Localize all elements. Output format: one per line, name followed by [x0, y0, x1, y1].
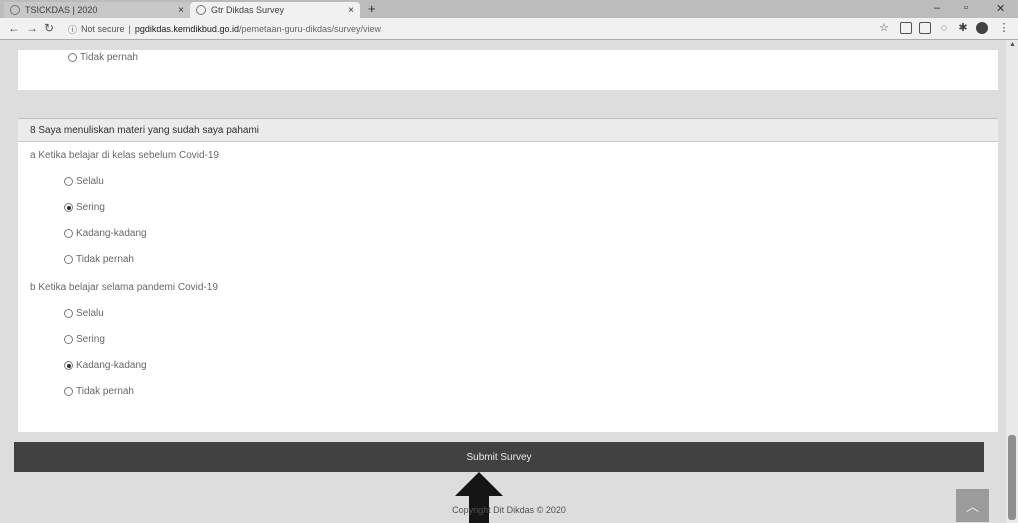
footer-copyright: Copyright Dit Dikdas © 2020: [452, 505, 566, 515]
option-label: Selalu: [76, 176, 104, 187]
radio-button[interactable]: [64, 255, 73, 264]
scrollbar-thumb[interactable]: [1008, 435, 1016, 520]
sub-question-label: a Ketika belajar di kelas sebelum Covid-…: [30, 150, 219, 161]
option-label: Sering: [76, 202, 105, 213]
option-label: Kadang-kadang: [76, 228, 147, 239]
radio-option[interactable]: Tidak pernah: [64, 386, 134, 397]
radio-button[interactable]: [64, 203, 73, 212]
option-label: Sering: [76, 334, 105, 345]
option-label: Tidak pernah: [80, 52, 138, 63]
radio-button[interactable]: [64, 335, 73, 344]
reload-icon[interactable]: ↻: [44, 21, 54, 35]
question-body: a Ketika belajar di kelas sebelum Covid-…: [18, 142, 998, 432]
globe-icon: [10, 5, 20, 15]
radio-option[interactable]: Kadang-kadang: [64, 228, 147, 239]
tab-title: TSICKDAS | 2020: [25, 5, 98, 15]
arrow-left-icon[interactable]: ←: [8, 21, 20, 35]
radio-button[interactable]: [64, 229, 73, 238]
option-label: Selalu: [76, 308, 104, 319]
question-title: 8 Saya menuliskan materi yang sudah saya…: [18, 118, 998, 142]
chevron-up-icon[interactable]: ︿: [956, 489, 989, 522]
tab-title: Gtr Dikdas Survey: [211, 5, 285, 15]
close-icon[interactable]: ×: [178, 5, 184, 16]
radio-button[interactable]: [64, 177, 73, 186]
browser-toolbar: ← → ↻ ⓘ Not secure | pgdikdas.kemdikbud.…: [0, 18, 1018, 40]
submit-survey-button[interactable]: Submit Survey: [14, 442, 984, 472]
close-icon[interactable]: ×: [348, 5, 354, 16]
option-label: Tidak pernah: [76, 386, 134, 397]
window-close-icon[interactable]: ✕: [996, 2, 1005, 15]
info-icon[interactable]: ⓘ: [68, 23, 77, 36]
radio-option[interactable]: Tidak pernah: [68, 52, 138, 63]
tab-survey[interactable]: Gtr Dikdas Survey ×: [190, 2, 360, 18]
page-content: Tidak pernah 8 Saya menuliskan materi ya…: [0, 40, 1018, 523]
arrow-right-icon[interactable]: →: [26, 21, 38, 35]
minimize-icon[interactable]: –: [934, 2, 940, 14]
radio-button[interactable]: [64, 361, 73, 370]
menu-icon[interactable]: ⋮: [998, 22, 1010, 34]
radio-option[interactable]: Selalu: [64, 308, 104, 319]
profile-icon[interactable]: [976, 22, 988, 34]
scroll-up-icon[interactable]: ▲: [1009, 41, 1016, 48]
star-icon[interactable]: ☆: [878, 22, 890, 34]
radio-option[interactable]: Kadang-kadang: [64, 360, 147, 371]
previous-question-card: Tidak pernah: [18, 50, 998, 90]
radio-button[interactable]: [64, 387, 73, 396]
radio-option[interactable]: Sering: [64, 334, 105, 345]
address-bar[interactable]: ⓘ Not secure | pgdikdas.kemdikbud.go.id /…: [68, 21, 848, 37]
tab-tsickdas[interactable]: TSICKDAS | 2020 ×: [4, 2, 190, 18]
radio-option[interactable]: Tidak pernah: [64, 254, 134, 265]
tab-strip: TSICKDAS | 2020 × Gtr Dikdas Survey × + …: [0, 0, 1018, 18]
option-label: Tidak pernah: [76, 254, 134, 265]
puzzle-icon[interactable]: ✱: [957, 22, 969, 34]
url-host: pgdikdas.kemdikbud.go.id: [134, 24, 239, 34]
url-path: /pemetaan-guru-dikdas/survey/view: [238, 24, 382, 34]
radio-button[interactable]: [68, 53, 77, 62]
radio-option[interactable]: Selalu: [64, 176, 104, 187]
new-tab-button[interactable]: +: [368, 1, 376, 16]
sub-question-label: b Ketika belajar selama pandemi Covid-19: [30, 282, 218, 293]
scrollbar[interactable]: ▲: [1006, 40, 1018, 523]
maximize-icon[interactable]: ▫: [964, 2, 968, 14]
security-label: Not secure: [81, 24, 125, 34]
radio-button[interactable]: [64, 309, 73, 318]
option-label: Kadang-kadang: [76, 360, 147, 371]
extension-icon[interactable]: ◌: [938, 22, 950, 34]
up-arrow-icon: [455, 472, 503, 523]
extension-icon[interactable]: [919, 22, 931, 34]
globe-icon: [196, 5, 206, 15]
extension-icon[interactable]: [900, 22, 912, 34]
radio-option[interactable]: Sering: [64, 202, 105, 213]
